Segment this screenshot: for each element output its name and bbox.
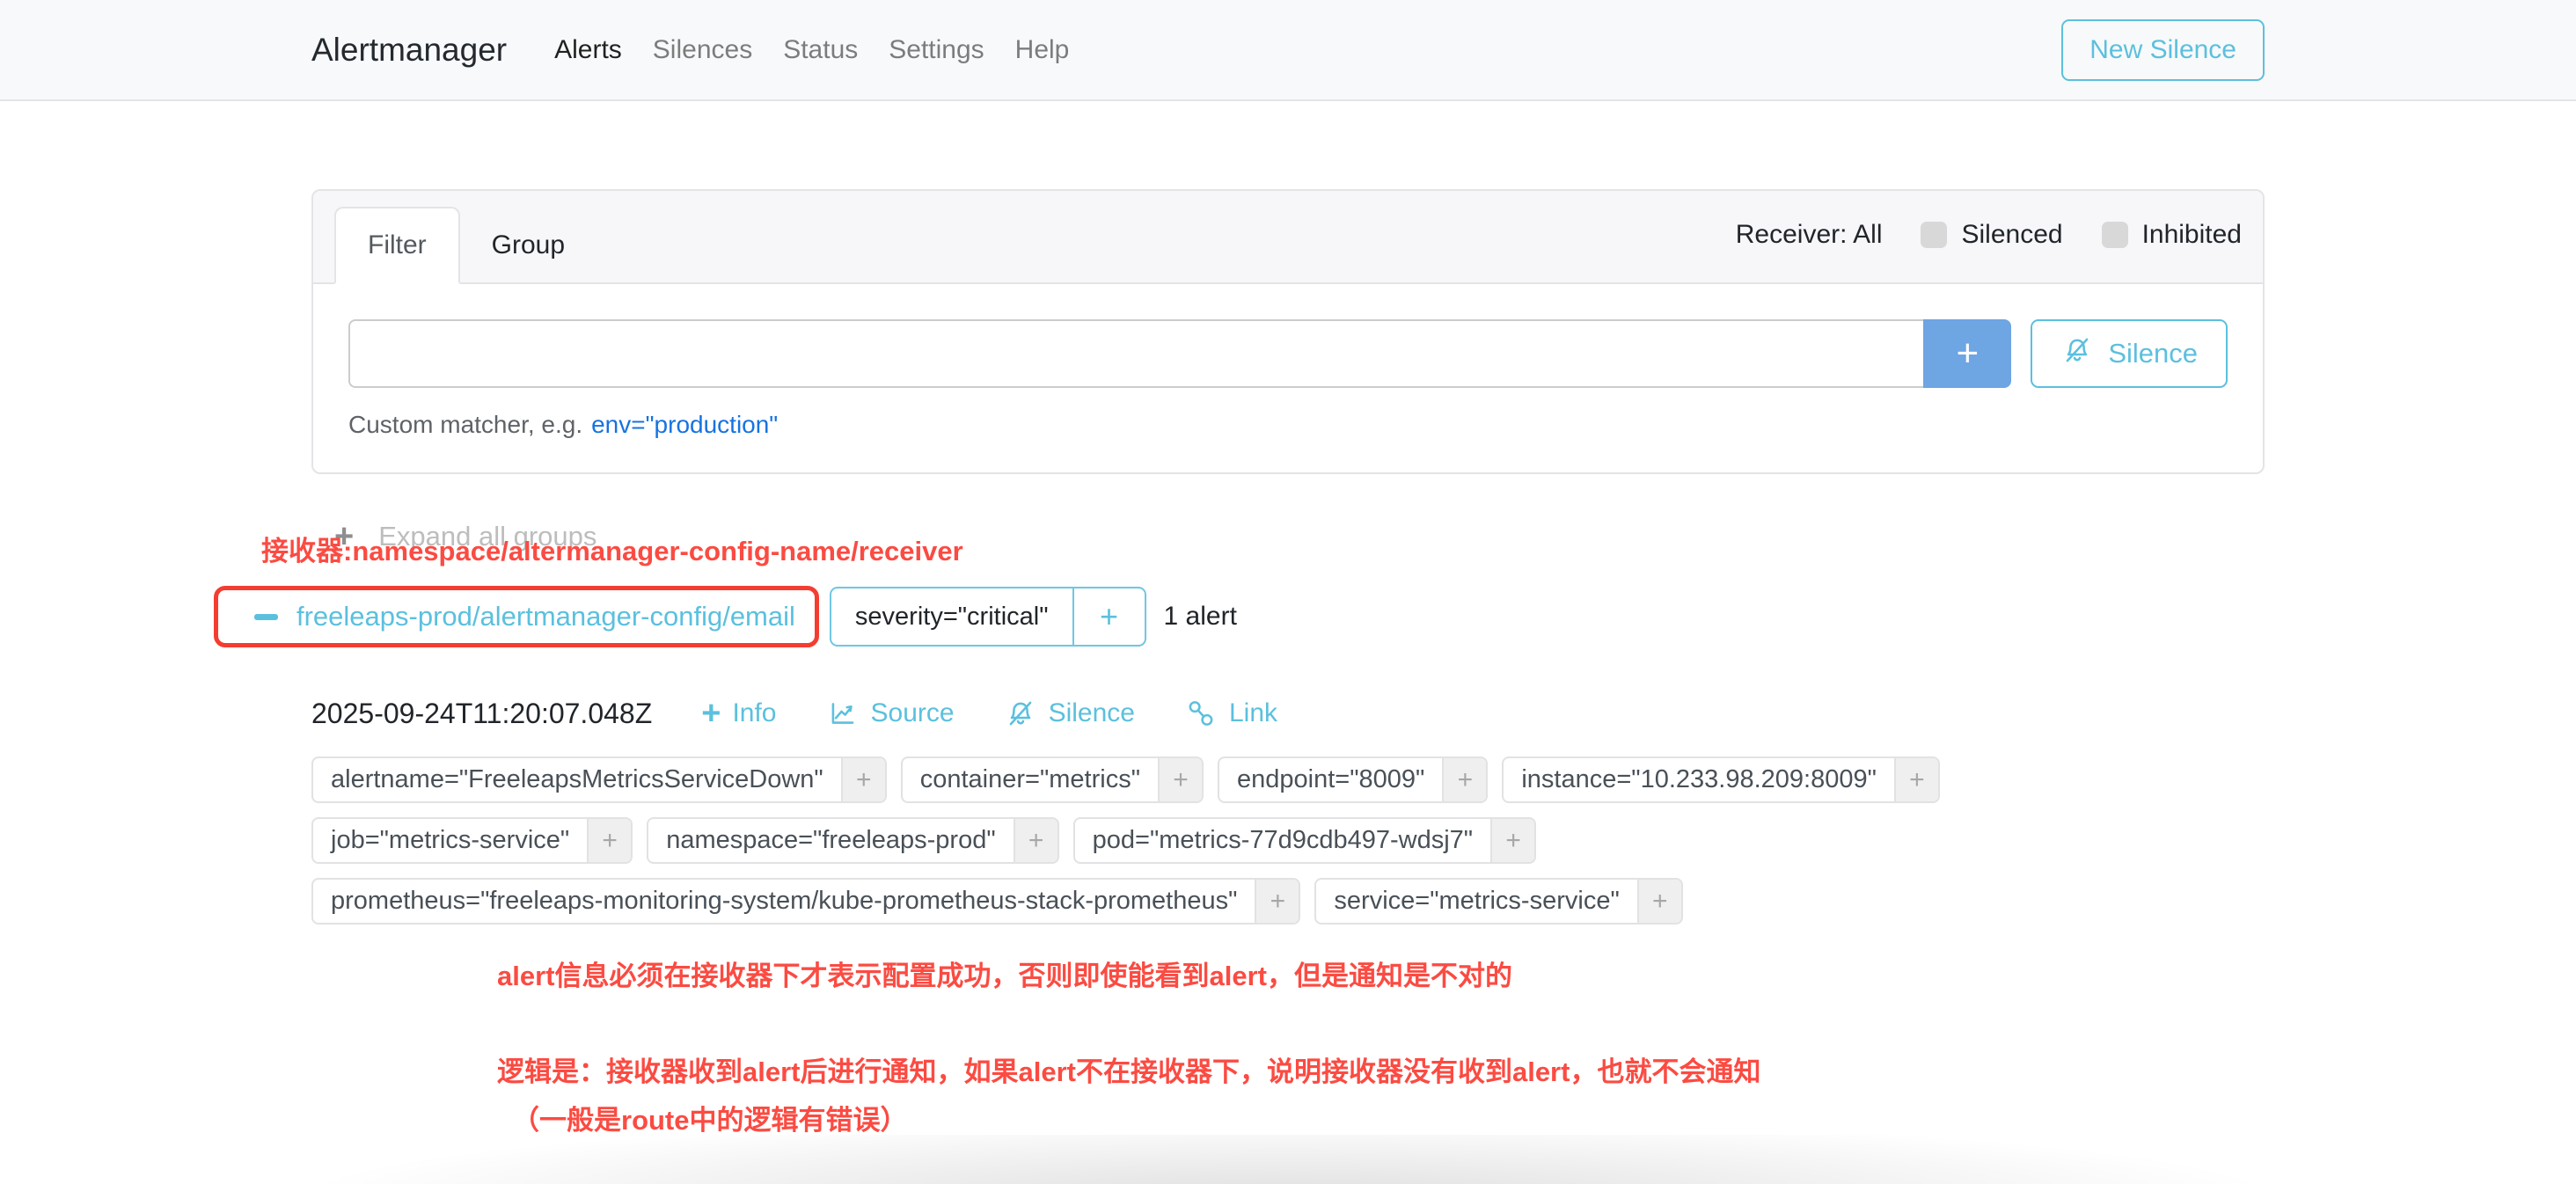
navbar-container: Alertmanager Alerts Silences Status Sett… xyxy=(311,0,2265,99)
alertmanager-page: Alertmanager Alerts Silences Status Sett… xyxy=(0,0,2576,1184)
nav-links: Alerts Silences Status Settings Help xyxy=(554,35,1069,65)
alert-label-chip: instance="10.233.98.209:8009" + xyxy=(1502,756,1940,803)
alert-groups: + Expand all groups 接收器:namespace/alterm… xyxy=(311,520,2265,1137)
alert-label-chip: container="metrics" + xyxy=(901,756,1204,803)
label-add-button[interactable]: + xyxy=(841,758,885,801)
annotation-receiver-note: 接收器:namespace/altermanager-config-name/r… xyxy=(261,529,2265,568)
label-text: alertname="FreeleapsMetricsServiceDown" xyxy=(313,758,841,801)
alert-label-chip: namespace="freeleaps-prod" + xyxy=(647,817,1058,864)
alert-label-chip: service="metrics-service" + xyxy=(1314,878,1682,925)
label-add-button[interactable]: + xyxy=(1442,758,1486,801)
label-add-button[interactable]: + xyxy=(1637,880,1681,923)
source-action-label: Source xyxy=(871,698,955,728)
alert-label-chip: prometheus="freeleaps-monitoring-system/… xyxy=(311,878,1300,925)
label-add-button[interactable]: + xyxy=(587,819,631,862)
filter-options: Receiver: All Silenced Inhibited xyxy=(1736,191,2242,282)
tab-group[interactable]: Group xyxy=(460,207,596,284)
matcher-row: + Silence xyxy=(348,319,2228,388)
inhibited-label: Inhibited xyxy=(2142,220,2242,250)
navbar: Alertmanager Alerts Silences Status Sett… xyxy=(0,0,2576,101)
silenced-checkbox[interactable] xyxy=(1921,222,1947,248)
receiver-dropdown[interactable]: Receiver: All xyxy=(1736,220,1883,250)
label-text: prometheus="freeleaps-monitoring-system/… xyxy=(313,880,1255,923)
label-text: service="metrics-service" xyxy=(1316,880,1636,923)
nav-item-status[interactable]: Status xyxy=(783,35,858,65)
group-receiver-link[interactable]: freeleaps-prod/alertmanager-config/email xyxy=(296,601,795,632)
source-action[interactable]: Source xyxy=(826,697,955,730)
label-add-button[interactable]: + xyxy=(1490,819,1534,862)
annotation-note-1: alert信息必须在接收器下才表示配置成功，否则即使能看到alert，但是通知是… xyxy=(497,954,2265,993)
brand-link[interactable]: Alertmanager xyxy=(311,32,507,69)
label-text: namespace="freeleaps-prod" xyxy=(648,819,1013,862)
label-text: endpoint="8009" xyxy=(1219,758,1442,801)
silence-filter-label: Silence xyxy=(2108,338,2198,369)
nav-item-settings[interactable]: Settings xyxy=(889,35,984,65)
annotation-note-2: 逻辑是：接收器收到alert后进行通知，如果alert不在接收器下，说明接收器没… xyxy=(497,1049,2265,1089)
link-action-label: Link xyxy=(1229,698,1277,728)
alert-label-chip: job="metrics-service" + xyxy=(311,817,633,864)
info-action-label: Info xyxy=(732,698,776,728)
group-header-row: freeleaps-prod/alertmanager-config/email… xyxy=(311,586,2265,647)
alert-labels: alertname="FreeleapsMetricsServiceDown" … xyxy=(311,756,2053,925)
label-add-button[interactable]: + xyxy=(1014,819,1057,862)
silence-action[interactable]: Silence xyxy=(1004,697,1135,730)
new-silence-button[interactable]: New Silence xyxy=(2061,19,2265,81)
inhibited-checkbox-group[interactable]: Inhibited xyxy=(2102,220,2242,250)
matcher-input-group: + xyxy=(348,319,2011,388)
silenced-label: Silenced xyxy=(1961,220,2062,250)
label-text: instance="10.233.98.209:8009" xyxy=(1504,758,1894,801)
bottom-shadow xyxy=(0,1135,2576,1184)
inhibited-checkbox[interactable] xyxy=(2102,222,2128,248)
add-matcher-button[interactable]: + xyxy=(1923,319,2011,388)
nav-item-help[interactable]: Help xyxy=(1015,35,1070,65)
main-content: Filter Group Receiver: All Silenced Inhi… xyxy=(311,189,2265,1137)
label-text: container="metrics" xyxy=(903,758,1158,801)
group-matcher-add-button[interactable]: + xyxy=(1072,588,1145,645)
bell-slash-icon xyxy=(1004,697,1037,730)
label-add-button[interactable]: + xyxy=(1255,880,1299,923)
link-action[interactable]: Link xyxy=(1184,697,1277,730)
plus-icon: + xyxy=(701,698,721,728)
annotation-red-box: freeleaps-prod/alertmanager-config/email xyxy=(214,586,819,647)
filter-panel: Filter Group Receiver: All Silenced Inhi… xyxy=(311,189,2265,474)
hint-text: Custom matcher, e.g. xyxy=(348,411,582,438)
info-action[interactable]: + Info xyxy=(701,698,776,728)
nav-item-silences[interactable]: Silences xyxy=(653,35,752,65)
silence-action-label: Silence xyxy=(1049,698,1135,728)
chart-line-icon xyxy=(826,697,860,730)
filter-tabs: Filter Group xyxy=(334,191,596,282)
hint-example-link[interactable]: env="production" xyxy=(591,411,778,438)
label-add-button[interactable]: + xyxy=(1894,758,1938,801)
silenced-checkbox-group[interactable]: Silenced xyxy=(1921,220,2062,250)
alert-label-chip: pod="metrics-77d9cdb497-wdsj7" + xyxy=(1073,817,1536,864)
matcher-input[interactable] xyxy=(348,319,1923,388)
collapse-minus-icon xyxy=(254,614,278,620)
label-add-button[interactable]: + xyxy=(1158,758,1202,801)
alert-label-chip: endpoint="8009" + xyxy=(1218,756,1488,803)
label-text: job="metrics-service" xyxy=(313,819,587,862)
alert-timestamp: 2025-09-24T11:20:07.048Z xyxy=(311,698,652,730)
alert-count: 1 alert xyxy=(1164,602,1237,632)
link-icon xyxy=(1184,697,1218,730)
bell-slash-icon xyxy=(2060,333,2094,374)
matcher-hint: Custom matcher, e.g. env="production" xyxy=(348,411,2228,439)
alert-label-chip: alertname="FreeleapsMetricsServiceDown" … xyxy=(311,756,887,803)
filter-panel-header: Filter Group Receiver: All Silenced Inhi… xyxy=(313,191,2263,284)
label-text: pod="metrics-77d9cdb497-wdsj7" xyxy=(1075,819,1490,862)
annotation-note-3: （一般是route中的逻辑有错误） xyxy=(512,1098,2265,1137)
filter-panel-body: + Silence Custom mat xyxy=(313,284,2263,472)
silence-filter-button[interactable]: Silence xyxy=(2031,319,2228,388)
group-matcher-button[interactable]: severity="critical" xyxy=(831,588,1072,645)
group-matcher-group: severity="critical" + xyxy=(830,587,1146,647)
alert-meta-row: 2025-09-24T11:20:07.048Z + Info Source xyxy=(311,697,2265,730)
nav-item-alerts[interactable]: Alerts xyxy=(554,35,622,65)
tab-filter[interactable]: Filter xyxy=(334,207,460,284)
